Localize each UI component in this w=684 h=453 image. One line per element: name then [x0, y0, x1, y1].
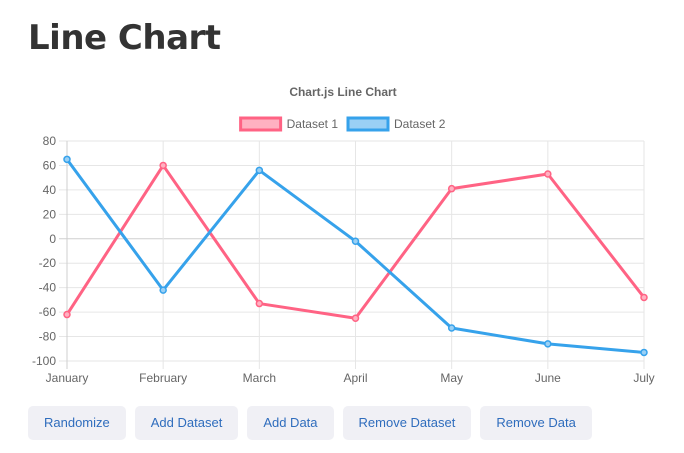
data-point[interactable]: [447, 324, 456, 332]
line-chart: Chart.js Line Chart Dataset 1 Dataset 2 8…: [32, 85, 655, 385]
data-point[interactable]: [447, 184, 456, 193]
x-tick-label: April: [343, 371, 367, 385]
data-point[interactable]: [640, 348, 648, 357]
y-tick-label: -60: [39, 305, 57, 319]
add-data-button[interactable]: Add Data: [247, 406, 334, 440]
x-tick-label: July: [633, 371, 654, 385]
x-tick-label: May: [440, 371, 463, 385]
legend-swatch-2[interactable]: [346, 116, 390, 132]
data-point[interactable]: [544, 170, 552, 178]
data-point[interactable]: [159, 161, 167, 170]
data-point[interactable]: [63, 310, 71, 319]
chart-title: Chart.js Line Chart: [289, 85, 396, 99]
y-tick-label: 40: [43, 183, 57, 197]
data-point[interactable]: [63, 155, 71, 164]
data-point[interactable]: [159, 286, 167, 294]
data-point[interactable]: [640, 293, 648, 302]
y-axis: 80 60 40 20 0 -20 -40 -60 -80 -100: [32, 134, 56, 368]
y-tick-label: 0: [49, 232, 56, 246]
chart-grid: [59, 140, 645, 369]
randomize-button[interactable]: Randomize: [28, 406, 126, 440]
legend-label: Dataset 1: [287, 117, 339, 131]
x-tick-label: June: [535, 371, 561, 385]
add-dataset-button[interactable]: Add Dataset: [134, 406, 239, 440]
y-tick-label: -100: [32, 354, 56, 368]
chart-legend: Dataset 1 Dataset 2: [239, 116, 446, 132]
y-tick-label: 60: [43, 158, 57, 172]
legend-swatch-1[interactable]: [239, 116, 283, 132]
legend-label: Dataset 2: [394, 117, 446, 131]
data-point[interactable]: [255, 299, 264, 308]
x-tick-label: February: [139, 371, 187, 385]
y-tick-label: -20: [39, 256, 57, 270]
x-tick-label: January: [46, 371, 89, 385]
y-tick-label: 80: [43, 134, 57, 148]
data-point[interactable]: [255, 166, 264, 175]
x-tick-label: March: [243, 371, 276, 385]
data-point[interactable]: [351, 314, 360, 322]
button-row: Randomize Add Dataset Add Data Remove Da…: [28, 406, 592, 440]
remove-data-button[interactable]: Remove Data: [480, 406, 592, 440]
x-axis: January February March April May June July: [46, 371, 655, 385]
data-point[interactable]: [351, 237, 360, 245]
remove-dataset-button[interactable]: Remove Dataset: [342, 406, 472, 440]
y-tick-label: -40: [39, 281, 57, 295]
data-point[interactable]: [544, 340, 552, 348]
y-tick-label: 20: [43, 207, 57, 221]
y-tick-label: -80: [39, 330, 57, 344]
